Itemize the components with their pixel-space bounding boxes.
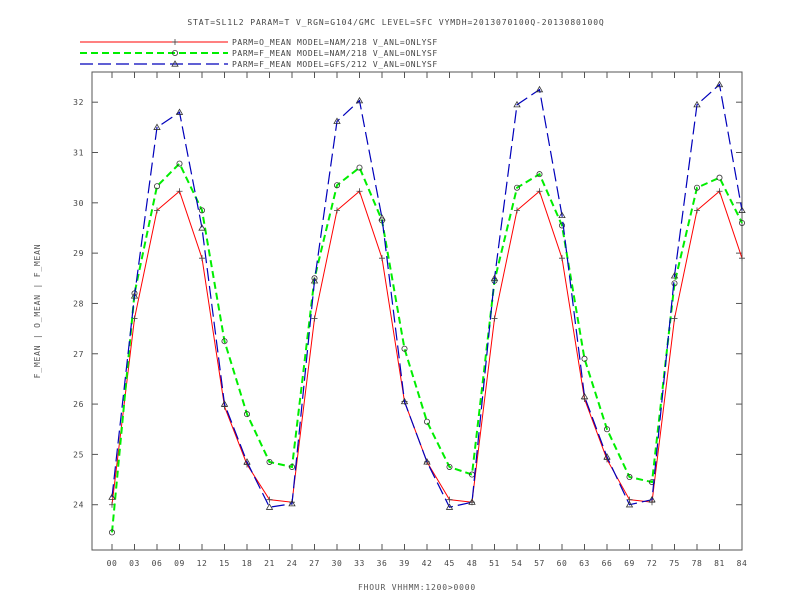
x-axis-title: FHOUR VHHMM:1200>0000 xyxy=(358,583,476,592)
y-tick-label: 30 xyxy=(73,199,84,208)
x-tick-label: 24 xyxy=(287,559,298,568)
chart-title: STAT=SL1L2 PARAM=T V_RGN=G104/GMC LEVEL=… xyxy=(187,18,604,27)
x-tick-label: 66 xyxy=(602,559,613,568)
x-tick-label: 54 xyxy=(512,559,523,568)
x-tick-label: 42 xyxy=(422,559,433,568)
x-tick-label: 36 xyxy=(377,559,388,568)
x-tick-label: 39 xyxy=(399,559,410,568)
x-tick-label: 00 xyxy=(107,559,118,568)
series-layer xyxy=(108,80,746,536)
point-marker xyxy=(198,224,206,231)
point-marker xyxy=(739,255,745,262)
x-tick-label: 51 xyxy=(489,559,500,568)
y-tick-label: 32 xyxy=(73,98,84,107)
y-tick-label: 24 xyxy=(73,501,84,510)
line-chart: STAT=SL1L2 PARAM=T V_RGN=G104/GMC LEVEL=… xyxy=(33,18,748,592)
plot-frame xyxy=(91,71,743,551)
x-tick-label: 27 xyxy=(309,559,320,568)
x-tick-label: 75 xyxy=(669,559,680,568)
point-marker xyxy=(379,255,385,262)
series-1 xyxy=(109,188,745,508)
legend: PARM=O_MEAN MODEL=NAM/218 V_ANL=ONLYSF PA… xyxy=(80,38,438,69)
y-tick-label: 31 xyxy=(73,149,84,158)
x-tick-label: 78 xyxy=(692,559,703,568)
x-tick-label: 09 xyxy=(174,559,185,568)
legend-label: PARM=F_MEAN MODEL=GFS/212 V_ANL=ONLYSF xyxy=(232,60,438,69)
series-line xyxy=(111,161,743,533)
series-3 xyxy=(108,80,746,510)
y-tick-label: 29 xyxy=(73,249,84,258)
x-tick-label: 45 xyxy=(444,559,455,568)
legend-label: PARM=O_MEAN MODEL=NAM/218 V_ANL=ONLYSF xyxy=(232,38,438,47)
x-tick-label: 57 xyxy=(534,559,545,568)
point-marker xyxy=(671,315,678,322)
y-tick-label: 28 xyxy=(73,299,84,308)
point-marker xyxy=(311,315,318,322)
point-marker xyxy=(559,255,565,262)
x-tick-label: 84 xyxy=(737,559,748,568)
x-tick-label: 15 xyxy=(219,559,230,568)
y-axis-title: F_MEAN | O_MEAN | F_MEAN xyxy=(33,244,42,379)
x-tick-label: 03 xyxy=(129,559,140,568)
point-marker xyxy=(265,503,274,510)
x-tick-label: 33 xyxy=(354,559,365,568)
series-2 xyxy=(109,160,746,536)
x-tick-label: 60 xyxy=(557,559,568,568)
point-marker xyxy=(199,255,205,262)
legend-label: PARM=F_MEAN MODEL=NAM/218 V_ANL=ONLYSF xyxy=(232,49,438,58)
point-marker xyxy=(172,39,178,45)
series-line xyxy=(111,83,743,508)
y-tick-label: 26 xyxy=(73,400,84,409)
y-tick-label: 27 xyxy=(73,350,84,359)
point-marker xyxy=(716,174,723,181)
x-tick-label: 30 xyxy=(332,559,343,568)
x-tick-label: 72 xyxy=(647,559,658,568)
x-tick-label: 69 xyxy=(624,559,635,568)
point-marker xyxy=(176,160,183,167)
x-tick-label: 48 xyxy=(467,559,478,568)
x-tick-label: 06 xyxy=(152,559,163,568)
y-axis: 24 25 26 27 28 29 30 31 32 xyxy=(73,98,742,510)
point-marker xyxy=(491,315,498,322)
x-tick-label: 81 xyxy=(714,559,725,568)
y-tick-label: 25 xyxy=(73,450,84,459)
x-axis: 00 03 06 09 12 15 18 21 24 27 30 33 36 39 42 45 48 51 54 57… xyxy=(107,72,748,568)
x-tick-label: 18 xyxy=(242,559,253,568)
x-tick-label: 63 xyxy=(579,559,590,568)
x-tick-label: 12 xyxy=(197,559,208,568)
series-line xyxy=(111,190,743,505)
x-tick-label: 21 xyxy=(264,559,275,568)
